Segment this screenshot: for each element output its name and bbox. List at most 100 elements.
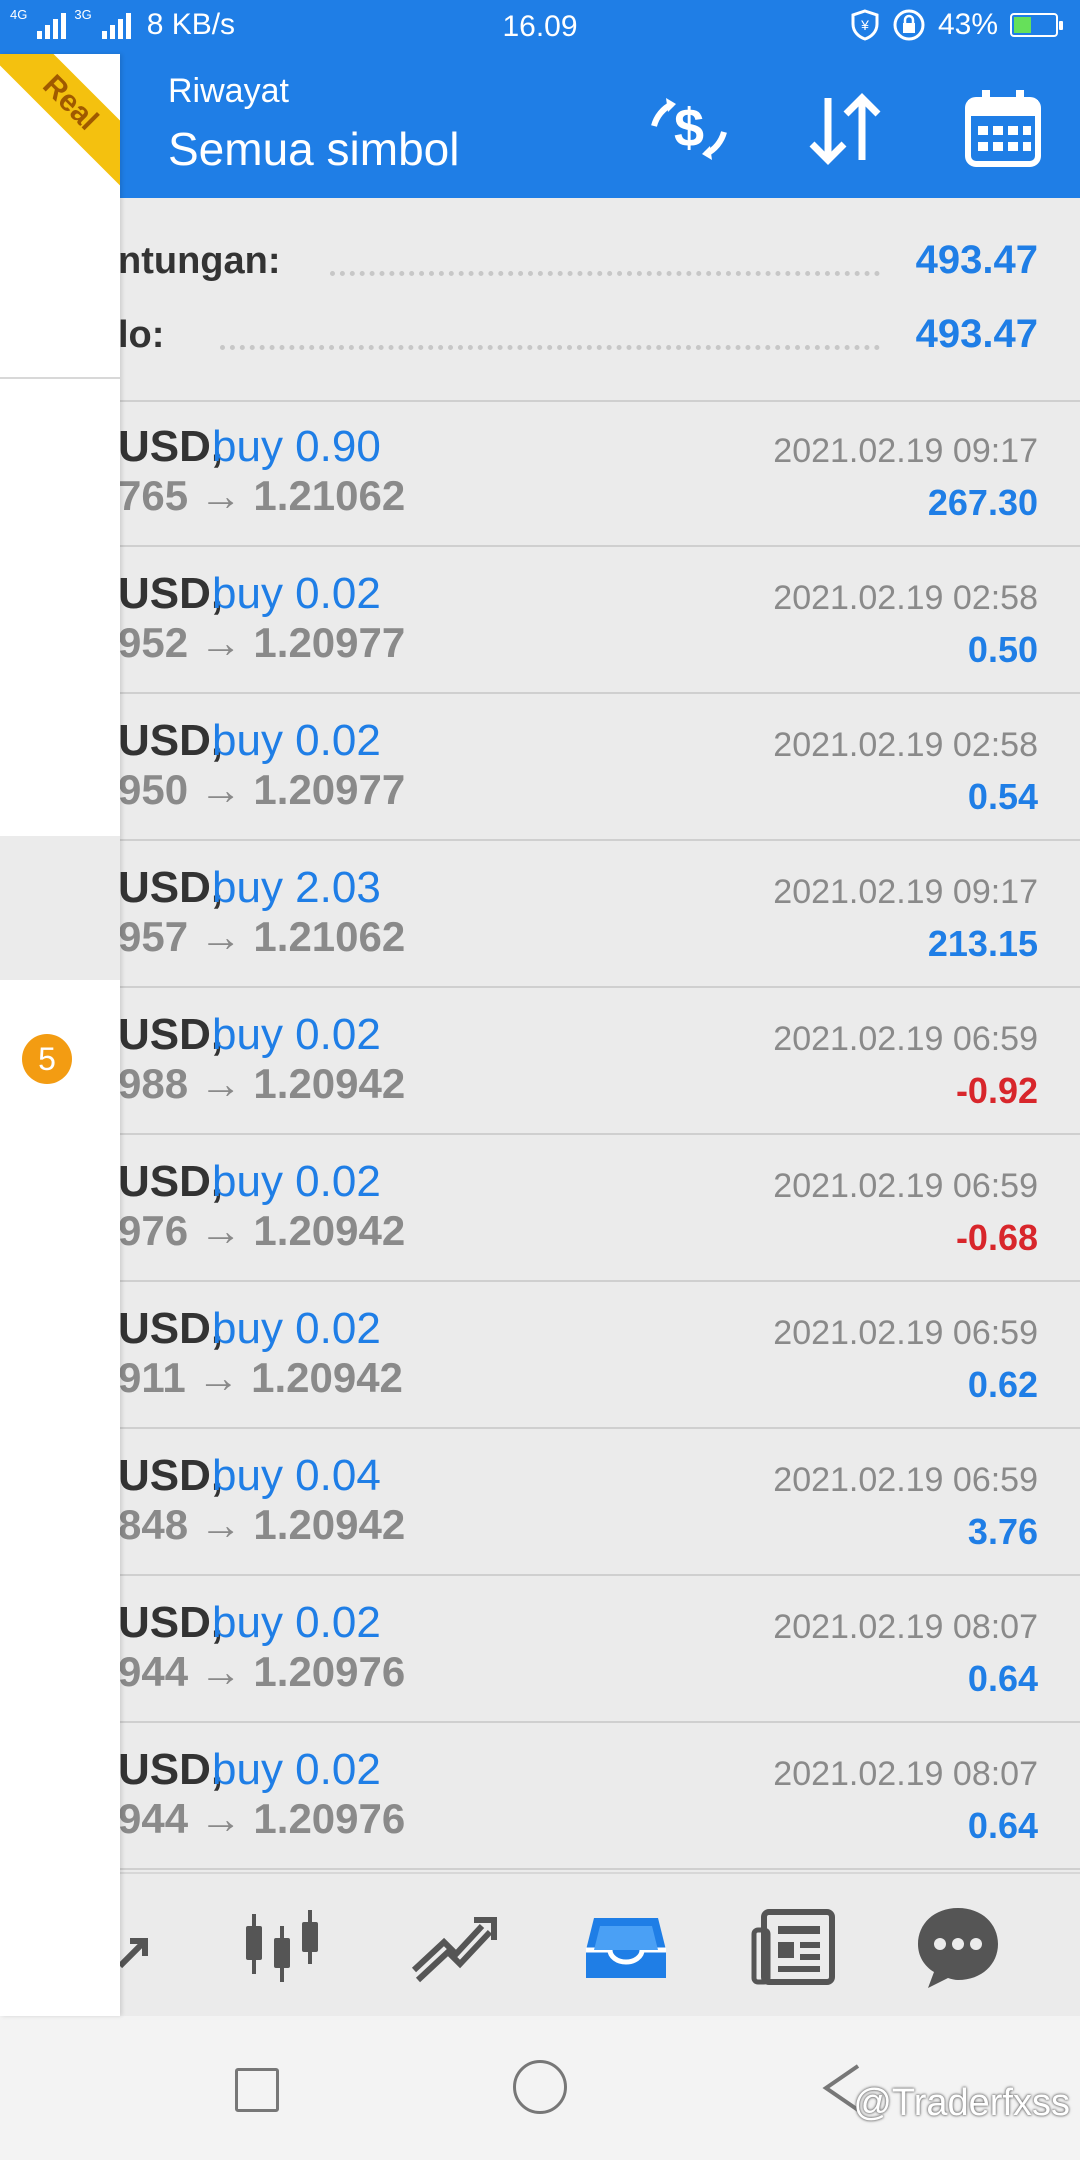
deal-symbol: USD, (118, 863, 224, 912)
summary-profit-row: ntungan: 493.47 (0, 226, 1080, 296)
toolbar-subtitle: Riwayat (168, 72, 289, 110)
deal-time: 2021.02.19 06:59 (773, 1020, 1038, 1058)
status-bar: 4G 3G 8 KB/s 16.09 ¥ 43% (0, 0, 1080, 54)
deal-list: USD, buy 0.90 765 → 1.21062 2021.02.19 09:1… (0, 400, 1080, 1870)
deal-side-volume: buy 0.02 (212, 1010, 381, 1059)
status-right: ¥ 43% (850, 8, 1063, 42)
rotation-lock-icon (893, 9, 925, 41)
deal-side-volume: buy 0.02 (212, 569, 381, 618)
deal-prices: 848 → 1.20942 (118, 1501, 406, 1548)
deal-side-volume: buy 0.02 (212, 1598, 381, 1647)
deal-profit: 0.50 (967, 629, 1038, 670)
deal-time: 2021.02.19 06:59 (773, 1167, 1038, 1205)
shield-icon: ¥ (851, 9, 879, 41)
dotted-leader (330, 271, 880, 276)
history-inbox-icon[interactable] (576, 1896, 676, 1996)
currency-exchange-icon[interactable]: $ (644, 84, 734, 174)
deal-prices: 988 → 1.20942 (118, 1060, 406, 1107)
deal-prices: 944 → 1.20976 (118, 1795, 406, 1842)
deal-time: 2021.02.19 02:58 (773, 726, 1038, 764)
deal-time: 2021.02.19 09:17 (773, 873, 1038, 911)
deal-time: 2021.02.19 06:59 (773, 1461, 1038, 1499)
summary-panel: ntungan: 493.47 lo: 493.47 (0, 198, 1080, 402)
news-icon[interactable] (748, 1896, 848, 1996)
svg-text:¥: ¥ (860, 17, 869, 33)
deal-time: 2021.02.19 08:07 (773, 1755, 1038, 1793)
drawer-selected-item[interactable] (0, 836, 120, 980)
deal-side-volume: buy 0.02 (212, 716, 381, 765)
system-nav-bar: @Traderfxss (0, 2016, 1080, 2160)
deal-prices: 944 → 1.20976 (118, 1648, 406, 1695)
chat-icon[interactable] (908, 1896, 1008, 1996)
deal-side-volume: buy 0.04 (212, 1451, 381, 1500)
toolbar-title[interactable]: Semua simbol (168, 122, 459, 176)
deal-symbol: USD, (118, 1304, 224, 1353)
sort-icon[interactable] (800, 84, 890, 174)
deal-prices: 911 → 1.20942 (118, 1354, 403, 1401)
dotted-leader (220, 345, 880, 350)
deal-prices: 952 → 1.20977 (118, 619, 406, 666)
notification-badge: 5 (22, 1034, 72, 1084)
battery-percent: 43% (937, 8, 998, 41)
summary-value: 493.47 (915, 238, 1038, 282)
summary-label: ntungan: (118, 240, 281, 282)
chart-candles-icon[interactable] (232, 1896, 332, 1996)
deal-profit: 213.15 (927, 923, 1038, 964)
deal-row[interactable]: USD, buy 0.90 765 → 1.21062 2021.02.19 09:1… (0, 400, 1080, 547)
deal-row[interactable]: USD, buy 0.02 988 → 1.20942 2021.02.19 06:5… (0, 988, 1080, 1135)
trend-icon[interactable] (404, 1896, 504, 1996)
deal-side-volume: buy 0.02 (212, 1745, 381, 1794)
drawer-divider (0, 377, 120, 379)
deal-symbol: USD, (118, 1157, 224, 1206)
deal-row[interactable]: USD, buy 0.02 976 → 1.20942 2021.02.19 06:5… (0, 1135, 1080, 1282)
deal-symbol: USD, (118, 716, 224, 765)
deal-symbol: USD, (118, 1745, 224, 1794)
deal-symbol: USD, (118, 1451, 224, 1500)
deal-symbol: USD, (118, 569, 224, 618)
home-button[interactable] (513, 2060, 567, 2114)
deal-row[interactable]: USD, buy 0.04 848 → 1.20942 2021.02.19 06:5… (0, 1429, 1080, 1576)
deal-side-volume: buy 0.90 (212, 422, 381, 471)
deal-symbol: USD, (118, 422, 224, 471)
battery-icon (1010, 13, 1063, 37)
deal-row[interactable]: USD, buy 0.02 944 → 1.20976 2021.02.19 08:0… (0, 1723, 1080, 1870)
calendar-icon[interactable] (958, 84, 1048, 174)
deal-profit: 0.54 (967, 776, 1038, 817)
deal-side-volume: buy 0.02 (212, 1157, 381, 1206)
svg-text:$: $ (674, 98, 704, 158)
side-drawer[interactable]: Real 5 (0, 54, 120, 2016)
deal-profit: 0.62 (967, 1364, 1038, 1405)
deal-symbol: USD, (118, 1010, 224, 1059)
deal-row[interactable]: USD, buy 0.02 950 → 1.20977 2021.02.19 02:5… (0, 694, 1080, 841)
app-toolbar: Riwayat Semua simbol $ (0, 54, 1080, 198)
recents-button[interactable] (235, 2068, 279, 2112)
deal-prices: 957 → 1.21062 (118, 913, 406, 960)
summary-label: lo: (118, 314, 165, 356)
deal-prices: 950 → 1.20977 (118, 766, 406, 813)
deal-row[interactable]: USD, buy 2.03 957 → 1.21062 2021.02.19 09:1… (0, 841, 1080, 988)
deal-row[interactable]: USD, buy 0.02 911 → 1.20942 2021.02.19 06:5… (0, 1282, 1080, 1429)
deal-row[interactable]: USD, buy 0.02 952 → 1.20977 2021.02.19 02:5… (0, 547, 1080, 694)
deal-profit: 0.64 (967, 1805, 1038, 1846)
deal-profit: 3.76 (967, 1511, 1038, 1552)
account-ribbon: Real (0, 54, 120, 194)
deal-time: 2021.02.19 08:07 (773, 1608, 1038, 1646)
deal-profit: 0.64 (967, 1658, 1038, 1699)
summary-value: 493.47 (915, 312, 1038, 356)
deal-symbol: USD, (118, 1598, 224, 1647)
deal-prices: 976 → 1.20942 (118, 1207, 406, 1254)
deal-side-volume: buy 0.02 (212, 1304, 381, 1353)
summary-balance-row: lo: 493.47 (0, 300, 1080, 370)
deal-side-volume: buy 2.03 (212, 863, 381, 912)
ribbon-label: Real (0, 54, 120, 190)
watermark-text: @Traderfxss (853, 2082, 1070, 2124)
bottom-nav (0, 1872, 1080, 2018)
deal-row[interactable]: USD, buy 0.02 944 → 1.20976 2021.02.19 08:0… (0, 1576, 1080, 1723)
deal-prices: 765 → 1.21062 (118, 472, 406, 519)
deal-time: 2021.02.19 06:59 (773, 1314, 1038, 1352)
deal-profit: 267.30 (927, 482, 1038, 523)
deal-profit: -0.68 (955, 1217, 1038, 1258)
deal-profit: -0.92 (955, 1070, 1038, 1111)
deal-time: 2021.02.19 09:17 (773, 432, 1038, 470)
deal-time: 2021.02.19 02:58 (773, 579, 1038, 617)
